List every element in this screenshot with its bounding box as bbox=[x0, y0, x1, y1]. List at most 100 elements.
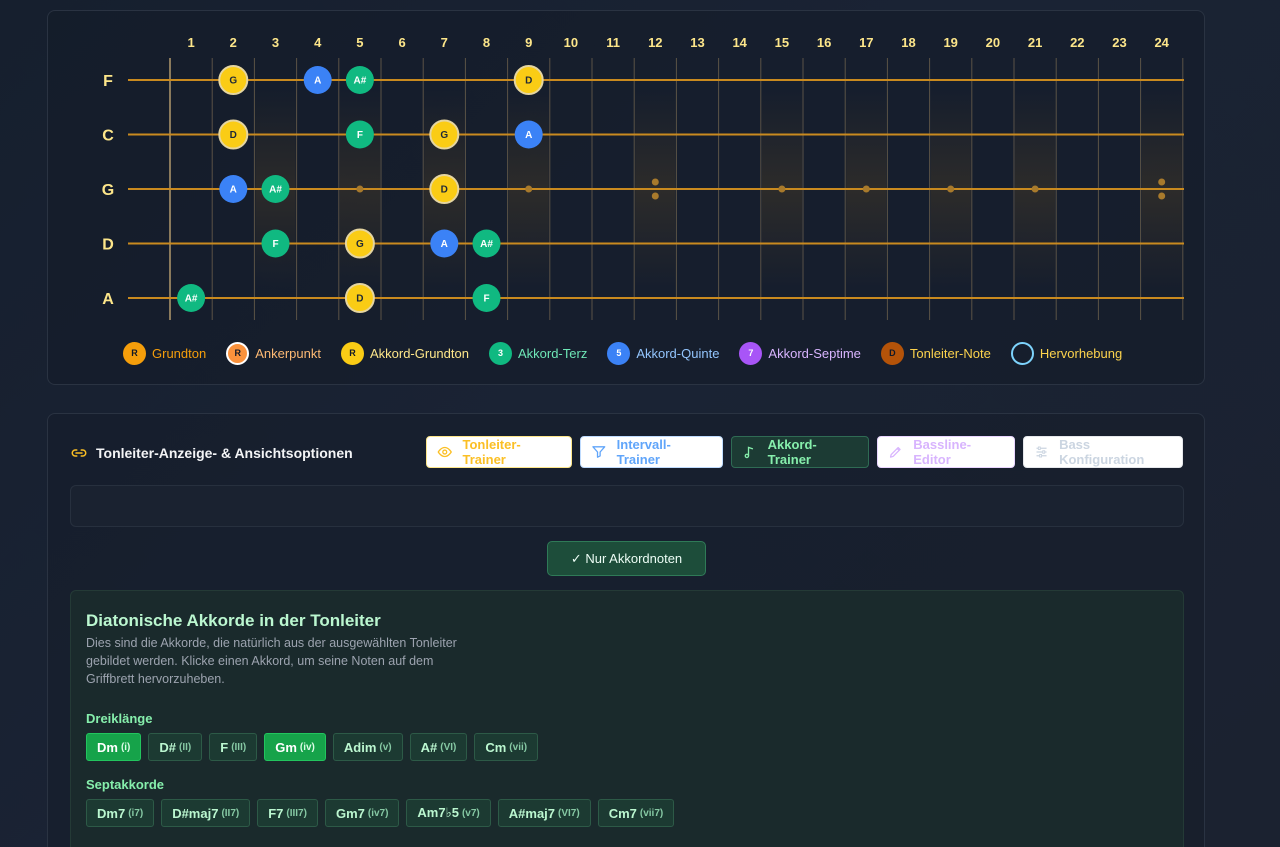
tab-bass-config[interactable]: Bass Konfiguration bbox=[1023, 436, 1183, 468]
fret-note[interactable]: A bbox=[514, 120, 543, 149]
chord-name: Am7♭5 bbox=[417, 805, 459, 820]
chord-button[interactable]: Gm (iv) bbox=[264, 733, 326, 761]
chord-button[interactable]: Cm7 (vii7) bbox=[597, 799, 675, 827]
only-chord-notes-button[interactable]: ✓ Nur Akkordnoten bbox=[547, 541, 706, 576]
legend-label: Ankerpunkt bbox=[255, 345, 321, 361]
inlay-dot bbox=[862, 185, 870, 193]
fret-number: 1 bbox=[187, 35, 194, 50]
fret-note[interactable]: A# bbox=[345, 66, 374, 94]
options-panel: Tonleiter-Anzeige- & Ansichtsoptionen To… bbox=[47, 413, 1205, 847]
chord-button[interactable]: F7 (III7) bbox=[257, 799, 318, 827]
fret-number: 21 bbox=[1028, 35, 1042, 50]
inlay-dot bbox=[947, 185, 955, 193]
note-label: G bbox=[356, 239, 364, 250]
fret-note[interactable]: G bbox=[218, 65, 249, 95]
chord-name: D# bbox=[159, 739, 177, 755]
fret-note[interactable]: A bbox=[303, 66, 332, 94]
note-label: G bbox=[229, 76, 237, 87]
note-label: A# bbox=[480, 239, 493, 250]
fret-number: 16 bbox=[817, 35, 831, 50]
legend-dot: R bbox=[123, 341, 146, 365]
inlay-dot bbox=[651, 192, 659, 200]
chord-button[interactable]: Gm7 (iv7) bbox=[324, 799, 400, 827]
fret-note[interactable]: A# bbox=[261, 175, 290, 203]
note-label: D bbox=[441, 185, 448, 196]
tab-chord-trainer-label: Akkord-Trainer bbox=[767, 437, 817, 467]
note-label: F bbox=[272, 239, 278, 250]
chord-name: Dm bbox=[97, 739, 118, 755]
fret-number: 3 bbox=[272, 35, 279, 50]
chord-roman-numeral: (iv) bbox=[299, 741, 315, 753]
note-label: A bbox=[230, 185, 237, 196]
fretboard-panel: 1 2 3 4 5 6 7 8 9 10 11 12 13 14 15 16 17 18 19 20 21 22 23 24 … bbox=[47, 10, 1205, 385]
legend-label: Akkord-Grundton bbox=[369, 345, 469, 361]
pencil-icon bbox=[889, 446, 901, 458]
fret-note[interactable]: G bbox=[429, 119, 460, 150]
trainer-tabs: Tonleiter-Trainer Intervall-Trainer Akko… bbox=[426, 436, 1183, 468]
fret-number: 6 bbox=[398, 35, 405, 50]
tab-scale-trainer-label: Tonleiter-Trainer bbox=[462, 437, 521, 467]
legend-label: Grundton bbox=[152, 345, 207, 361]
string-name: C bbox=[102, 128, 114, 145]
legend-label: Akkord-Septime bbox=[768, 345, 861, 361]
tab-interval-trainer[interactable]: Intervall-Trainer bbox=[580, 436, 723, 468]
chord-button[interactable]: Dm7 (i7) bbox=[86, 799, 155, 827]
string-name: D bbox=[102, 237, 114, 254]
fret-note[interactable]: D bbox=[344, 283, 375, 313]
tab-bassline-editor[interactable]: Bassline-Editor bbox=[877, 436, 1015, 468]
sevenths-row: Dm7 (i7) D#maj7 (II7) F7 (III7) Gm7 (iv7) Am7♭5(… bbox=[86, 799, 675, 827]
tab-chord-trainer[interactable]: Akkord-Trainer bbox=[731, 436, 869, 468]
legend-item: D Tonleiter-Note bbox=[880, 341, 991, 365]
note-label: A# bbox=[354, 76, 367, 87]
legend-item: R Akkord-Grundton bbox=[340, 341, 469, 365]
legend: R Grundton R Ankerpunkt R Akkord-Grundton 3 Akk… bbox=[123, 340, 1122, 366]
chord-button[interactable]: A#maj7 (VI7) bbox=[497, 799, 591, 827]
chord-button[interactable]: Dm (i) bbox=[86, 733, 142, 761]
fret-note[interactable]: G bbox=[344, 228, 375, 259]
chord-name: Cm bbox=[485, 739, 507, 755]
fret-note[interactable]: D bbox=[429, 174, 460, 204]
note-label: D bbox=[356, 294, 363, 305]
fret-note[interactable]: A# bbox=[177, 284, 206, 312]
fret-note[interactable]: F bbox=[472, 284, 501, 312]
chord-name: Dm7 bbox=[97, 805, 126, 821]
chord-button[interactable]: D#maj7 (II7) bbox=[161, 799, 251, 827]
fret-note[interactable]: D bbox=[218, 119, 249, 150]
link-icon bbox=[71, 449, 87, 457]
chord-button[interactable]: Adim (v) bbox=[332, 733, 403, 761]
fret-note[interactable]: F bbox=[345, 120, 374, 149]
legend-dot: R bbox=[340, 341, 364, 365]
fret-note[interactable]: A# bbox=[472, 229, 501, 258]
options-header: Tonleiter-Anzeige- & Ansichtsoptionen bbox=[70, 444, 353, 462]
chord-button[interactable]: Cm (vii) bbox=[474, 733, 539, 761]
fret-note[interactable]: A bbox=[430, 229, 459, 258]
note-label: A bbox=[525, 130, 532, 141]
chord-name: F7 bbox=[268, 805, 284, 821]
chord-roman-numeral: (VI7) bbox=[558, 807, 580, 819]
chord-name: Cm7 bbox=[608, 805, 637, 821]
chord-button[interactable]: Am7♭5 (v7) bbox=[406, 799, 491, 827]
chord-button[interactable]: A# (VI) bbox=[409, 733, 468, 761]
legend-item: R Grundton bbox=[123, 341, 207, 365]
legend-dot: D bbox=[880, 341, 904, 365]
fret-note[interactable]: D bbox=[513, 65, 544, 95]
chord-button[interactable]: D# (II) bbox=[148, 733, 203, 761]
chord-roman-numeral: (v7) bbox=[461, 807, 480, 819]
chord-roman-numeral: (II7) bbox=[221, 807, 240, 819]
legend-label: Tonleiter-Note bbox=[909, 345, 991, 361]
fret-number: 2 bbox=[230, 35, 237, 50]
chord-name: Gm bbox=[275, 739, 297, 755]
chord-roman-numeral: (II) bbox=[179, 741, 192, 753]
fret-number: 22 bbox=[1070, 35, 1084, 50]
fret-note[interactable]: F bbox=[261, 229, 290, 258]
legend-dot: 5 bbox=[607, 341, 631, 365]
note-label: A bbox=[314, 76, 321, 87]
fret-number: 20 bbox=[986, 35, 1000, 50]
chord-button[interactable]: F (III) bbox=[209, 733, 258, 761]
fret-number: 18 bbox=[901, 35, 915, 50]
fret-number: 8 bbox=[483, 35, 490, 50]
scale-selector-bar bbox=[70, 485, 1184, 527]
tab-scale-trainer[interactable]: Tonleiter-Trainer bbox=[426, 436, 572, 468]
fret-note[interactable]: A bbox=[219, 175, 248, 203]
eye-icon bbox=[437, 446, 452, 458]
